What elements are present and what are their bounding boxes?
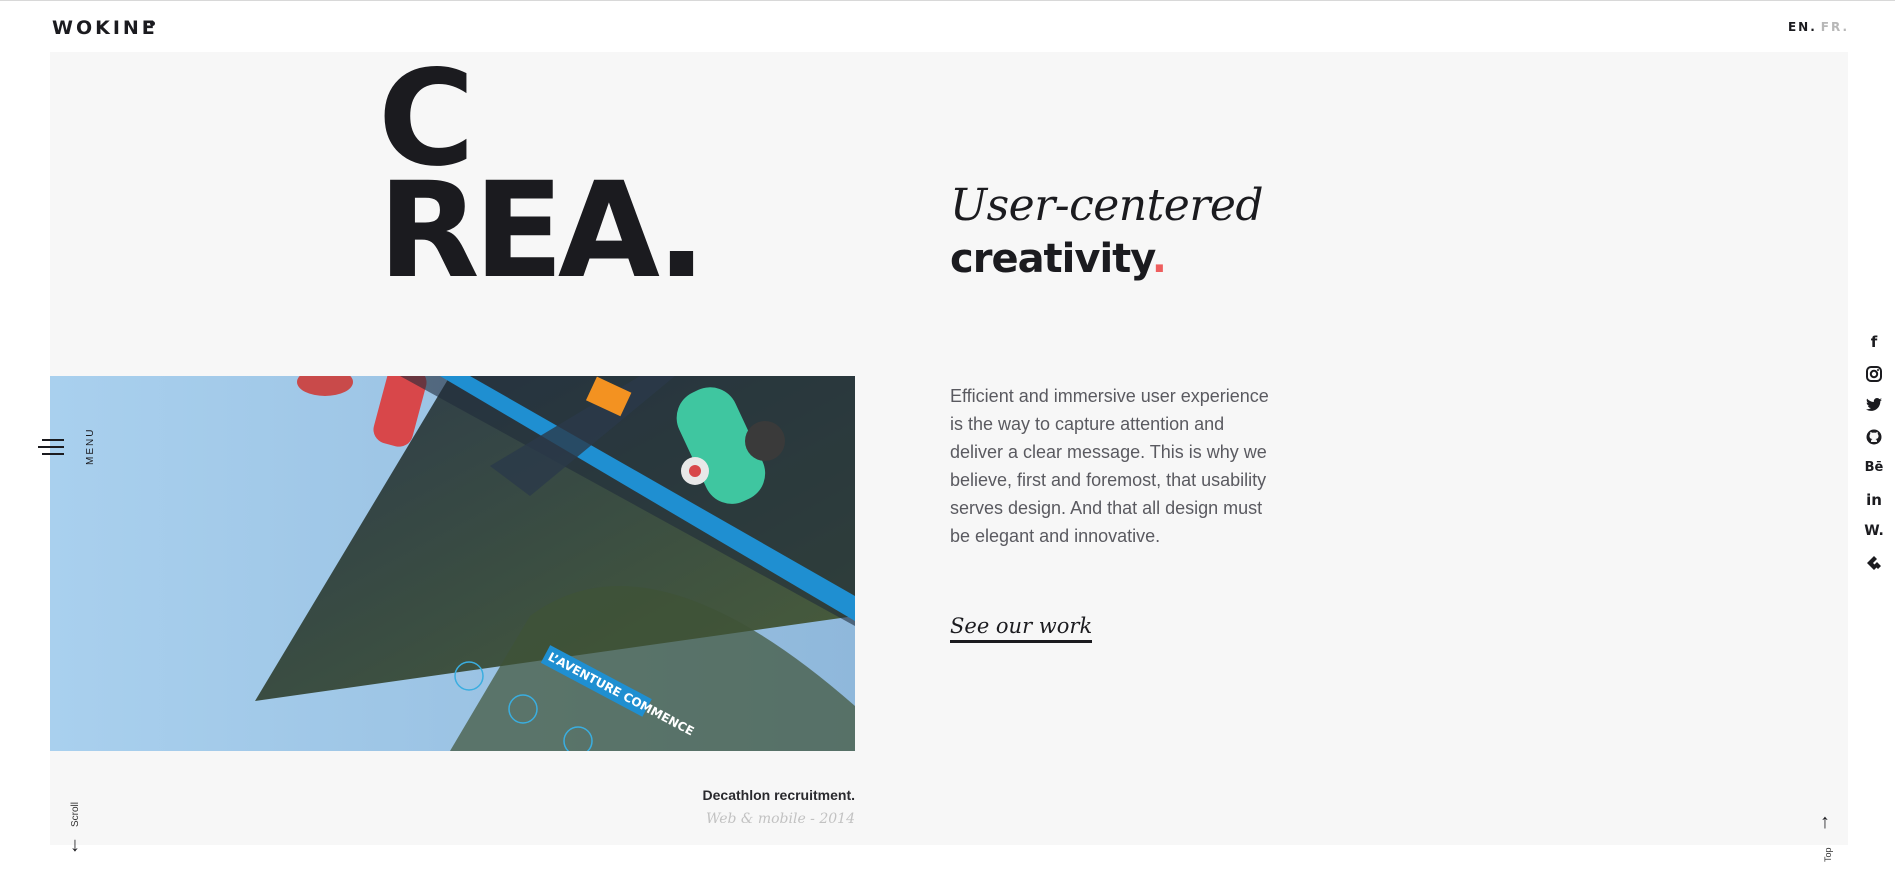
linkedin-icon[interactable]: in — [1863, 489, 1885, 511]
social-links: f Bē in W. — [1863, 331, 1885, 583]
tagline-italic: User-centered — [950, 180, 1264, 231]
logo[interactable]: WOKINE — [52, 17, 158, 39]
project-mockup-illustration: L’AVENTURE COMMENCE — [50, 376, 855, 751]
menu-label[interactable]: MENU — [85, 428, 96, 465]
menu-label-wrap[interactable]: MENU — [85, 428, 97, 505]
scroll-label: Scroll — [70, 801, 81, 827]
github-icon[interactable] — [1863, 426, 1885, 448]
project-title[interactable]: Decathlon recruitment. — [703, 787, 855, 803]
menu-line — [38, 446, 64, 448]
top-border — [0, 0, 1895, 1]
wordpress-icon[interactable]: W. — [1863, 520, 1885, 542]
arrow-up-icon[interactable]: ↑ — [1820, 811, 1830, 834]
menu-line — [42, 439, 64, 441]
hamburger-menu-icon[interactable] — [38, 436, 64, 458]
project-image[interactable]: L’AVENTURE COMMENCE — [50, 376, 855, 751]
hero-big-word: REA. — [378, 154, 707, 308]
hero-description: Efficient and immersive user experience … — [950, 386, 1269, 546]
accent-dot: . — [1151, 236, 1167, 282]
lang-en-link[interactable]: EN. — [1788, 20, 1817, 34]
language-switcher: EN. FR. — [1788, 20, 1849, 34]
menu-line — [42, 453, 64, 455]
lang-fr-link[interactable]: FR. — [1821, 20, 1849, 34]
behance-icon[interactable]: Bē — [1863, 457, 1885, 479]
arrow-down-icon: ↓ — [70, 834, 80, 856]
facebook-icon[interactable]: f — [1863, 331, 1885, 353]
tagline-bold-text: creativity — [950, 236, 1153, 282]
logo-dot — [150, 21, 155, 26]
twitter-icon[interactable] — [1863, 394, 1885, 416]
project-meta: Web & mobile - 2014 — [705, 811, 855, 827]
instagram-icon[interactable] — [1863, 363, 1885, 385]
see-our-work-link[interactable]: See our work — [950, 614, 1093, 643]
skillshare-icon[interactable] — [1863, 552, 1885, 574]
tagline-bold: creativity. — [950, 236, 1167, 282]
top-label[interactable]: Top — [1823, 847, 1833, 862]
